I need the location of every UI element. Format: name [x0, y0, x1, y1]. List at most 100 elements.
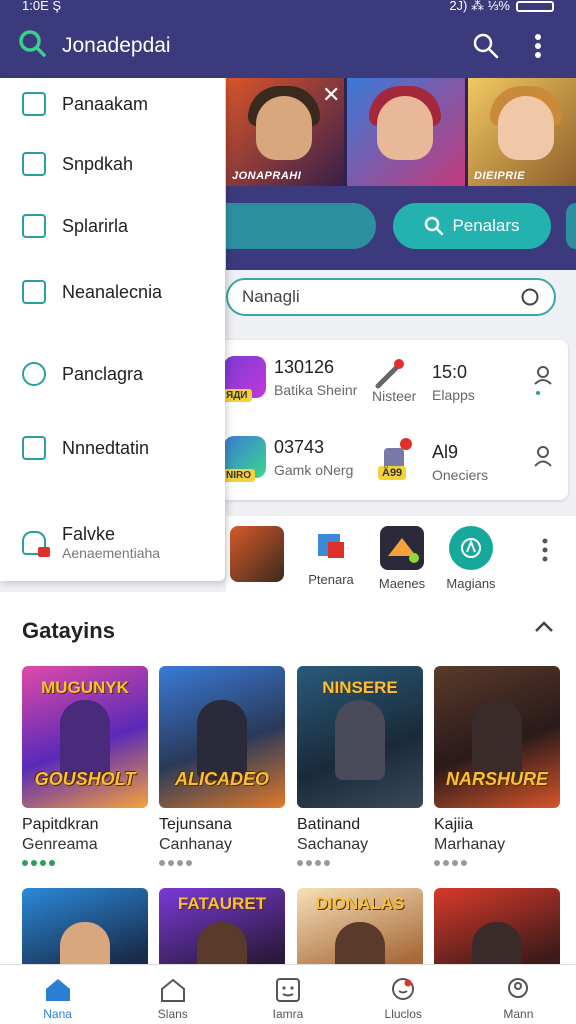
game-title: Papitdkran	[22, 816, 99, 833]
more-vert-icon[interactable]	[542, 538, 548, 567]
shortcut-item[interactable]	[222, 526, 292, 582]
nav-label: Nana	[43, 1007, 72, 1021]
game-title: Kajiia	[434, 816, 474, 833]
stat-value: Al9	[432, 442, 459, 462]
game-genre: Canhanay	[159, 836, 232, 853]
compose-icon	[22, 152, 46, 176]
close-icon[interactable]: ✕	[322, 82, 340, 108]
shield-icon	[22, 362, 46, 386]
stat-item[interactable]: ЯДИ 130126 Batika Sheinr	[222, 356, 357, 402]
game-card[interactable]: NINSERE Batinand Sachanay	[297, 666, 423, 866]
nav-item-mann[interactable]: Mann	[461, 965, 576, 1024]
nav-item-lluclos[interactable]: Lluclos	[346, 965, 461, 1024]
search-button-label: Penalars	[452, 216, 520, 235]
bottom-navigation: Nana Slans Iamra Lluclos Mann	[0, 964, 576, 1024]
rating-dots	[22, 860, 148, 866]
stat-value: 03743	[274, 436, 325, 457]
game-thumb-icon	[230, 526, 284, 582]
shortcut-label: Ptenara	[308, 572, 354, 587]
nav-label: Iamra	[272, 1007, 304, 1021]
stat-label: Nisteer	[372, 388, 417, 404]
compass-icon	[449, 526, 493, 570]
drawer-item-label: Neanalecnia	[62, 281, 163, 302]
game-card[interactable]: NARSHURE Kajiia Marhanay	[434, 666, 560, 866]
drawer-item-label: Splarirla	[62, 215, 129, 236]
stat-label: Elapps	[432, 387, 475, 403]
nav-item-slans[interactable]: Slans	[115, 965, 230, 1024]
more-vert-icon[interactable]	[518, 26, 558, 66]
compose-icon	[22, 436, 46, 460]
drawer-item[interactable]: Neanalecnia	[22, 280, 162, 304]
shortcut-item[interactable]: Ptenara	[296, 526, 366, 587]
stats-card: ЯДИ 130126 Batika Sheinr Nisteer 15:0 El…	[220, 340, 568, 500]
shortcut-label: Magians	[446, 576, 496, 591]
status-bar: 1:0E Ş 2J) ⁂ ⅓%	[0, 0, 576, 14]
game-thumbnail: NARSHURE	[434, 666, 560, 808]
nav-item-iamra[interactable]: Iamra	[230, 965, 345, 1024]
drawer-item-sublabel: Aenaementiaha	[62, 545, 161, 561]
stat-value: 130126	[274, 356, 335, 377]
tool-icon	[375, 359, 404, 389]
drawer-item[interactable]: Panclagra	[22, 362, 143, 386]
app-search-icon[interactable]	[18, 29, 48, 64]
stat-item[interactable]: Ä99	[376, 436, 416, 482]
shortcut-item[interactable]: Maenes	[367, 526, 437, 591]
edit-icon	[22, 92, 46, 116]
profile-icon[interactable]	[532, 444, 554, 473]
drawer-item[interactable]: Panaakam	[22, 92, 148, 116]
navigation-drawer: Panaakam Snpdkah Splarirla Neanalecnia P…	[0, 78, 225, 581]
game-genre: Genreama	[22, 836, 98, 853]
shortcut-item[interactable]: Magians	[436, 526, 506, 591]
stat-item[interactable]: Nisteer	[372, 356, 416, 404]
game-title: Tejunsana	[159, 816, 232, 833]
drawer-item-label: Falvke	[62, 524, 116, 544]
shortcut-label: Maenes	[378, 576, 426, 591]
game-card[interactable]: ALICADEO Tejunsana Canhanay	[159, 666, 285, 866]
categories-section: Gatayins MUGUNYK GOUSHOLT Papitdkran Gen…	[0, 592, 576, 1024]
game-genre: Sachanay	[297, 836, 369, 853]
search-field[interactable]	[226, 278, 556, 316]
nav-label: Mann	[503, 1007, 534, 1021]
stat-item[interactable]: 15:0 Elapps	[432, 362, 475, 403]
rating-dots	[434, 860, 560, 866]
game-card[interactable]: MUGUNYK GOUSHOLT Papitdkran Genreama	[22, 666, 148, 866]
banner-caption: DIEIPRIE	[474, 170, 526, 182]
search-icon	[425, 216, 444, 236]
stat-label: Gamk oNerg	[274, 461, 354, 478]
edge-pill[interactable]	[566, 203, 576, 249]
drawer-item-label: Panclagra	[62, 363, 144, 384]
app-title: Jonadepdai	[62, 34, 171, 57]
rating-dots	[297, 860, 423, 866]
drawer-item[interactable]: Nnnedtatin	[22, 436, 149, 460]
plane-icon	[380, 526, 424, 570]
nav-label: Lluclos	[384, 1007, 422, 1021]
cube-icon	[318, 534, 344, 558]
game-thumbnail: NINSERE	[297, 666, 423, 808]
battery-icon	[516, 0, 554, 12]
search-icon[interactable]	[466, 26, 506, 66]
chat-icon	[392, 978, 415, 1000]
drawer-item[interactable]: Splarirla	[22, 214, 128, 238]
featured-banner[interactable]: JONAPRAHI DIEIPRIE ✕	[226, 78, 576, 186]
search-circle-icon[interactable]	[520, 287, 540, 307]
filter-pill[interactable]	[226, 203, 376, 249]
banner-card[interactable]	[347, 78, 465, 186]
search-input[interactable]	[242, 287, 502, 307]
search-button[interactable]: Penalars	[393, 203, 551, 249]
drawer-item[interactable]: Falvke Aenaementiaha	[22, 524, 160, 561]
stat-item[interactable]: NIRO 03743 Gamk oNerg	[222, 436, 354, 482]
rating-dots	[159, 860, 285, 866]
drawer-item-label: Snpdkah	[62, 153, 134, 174]
profile-icon[interactable]	[532, 364, 554, 401]
section-title: Gatayins	[22, 618, 115, 643]
banner-card[interactable]: DIEIPRIE	[468, 78, 576, 186]
profile-icon	[508, 978, 529, 998]
drawer-item[interactable]: Snpdkah	[22, 152, 133, 176]
drawer-item-label: Panaakam	[62, 93, 149, 114]
banner-caption: JONAPRAHI	[232, 170, 302, 182]
game-title: Batinand	[297, 816, 361, 833]
chevron-up-icon[interactable]	[534, 620, 554, 638]
stat-item[interactable]: Al9 Oneciers	[432, 442, 488, 483]
face-icon	[276, 978, 300, 1002]
nav-item-home[interactable]: Nana	[0, 965, 115, 1024]
